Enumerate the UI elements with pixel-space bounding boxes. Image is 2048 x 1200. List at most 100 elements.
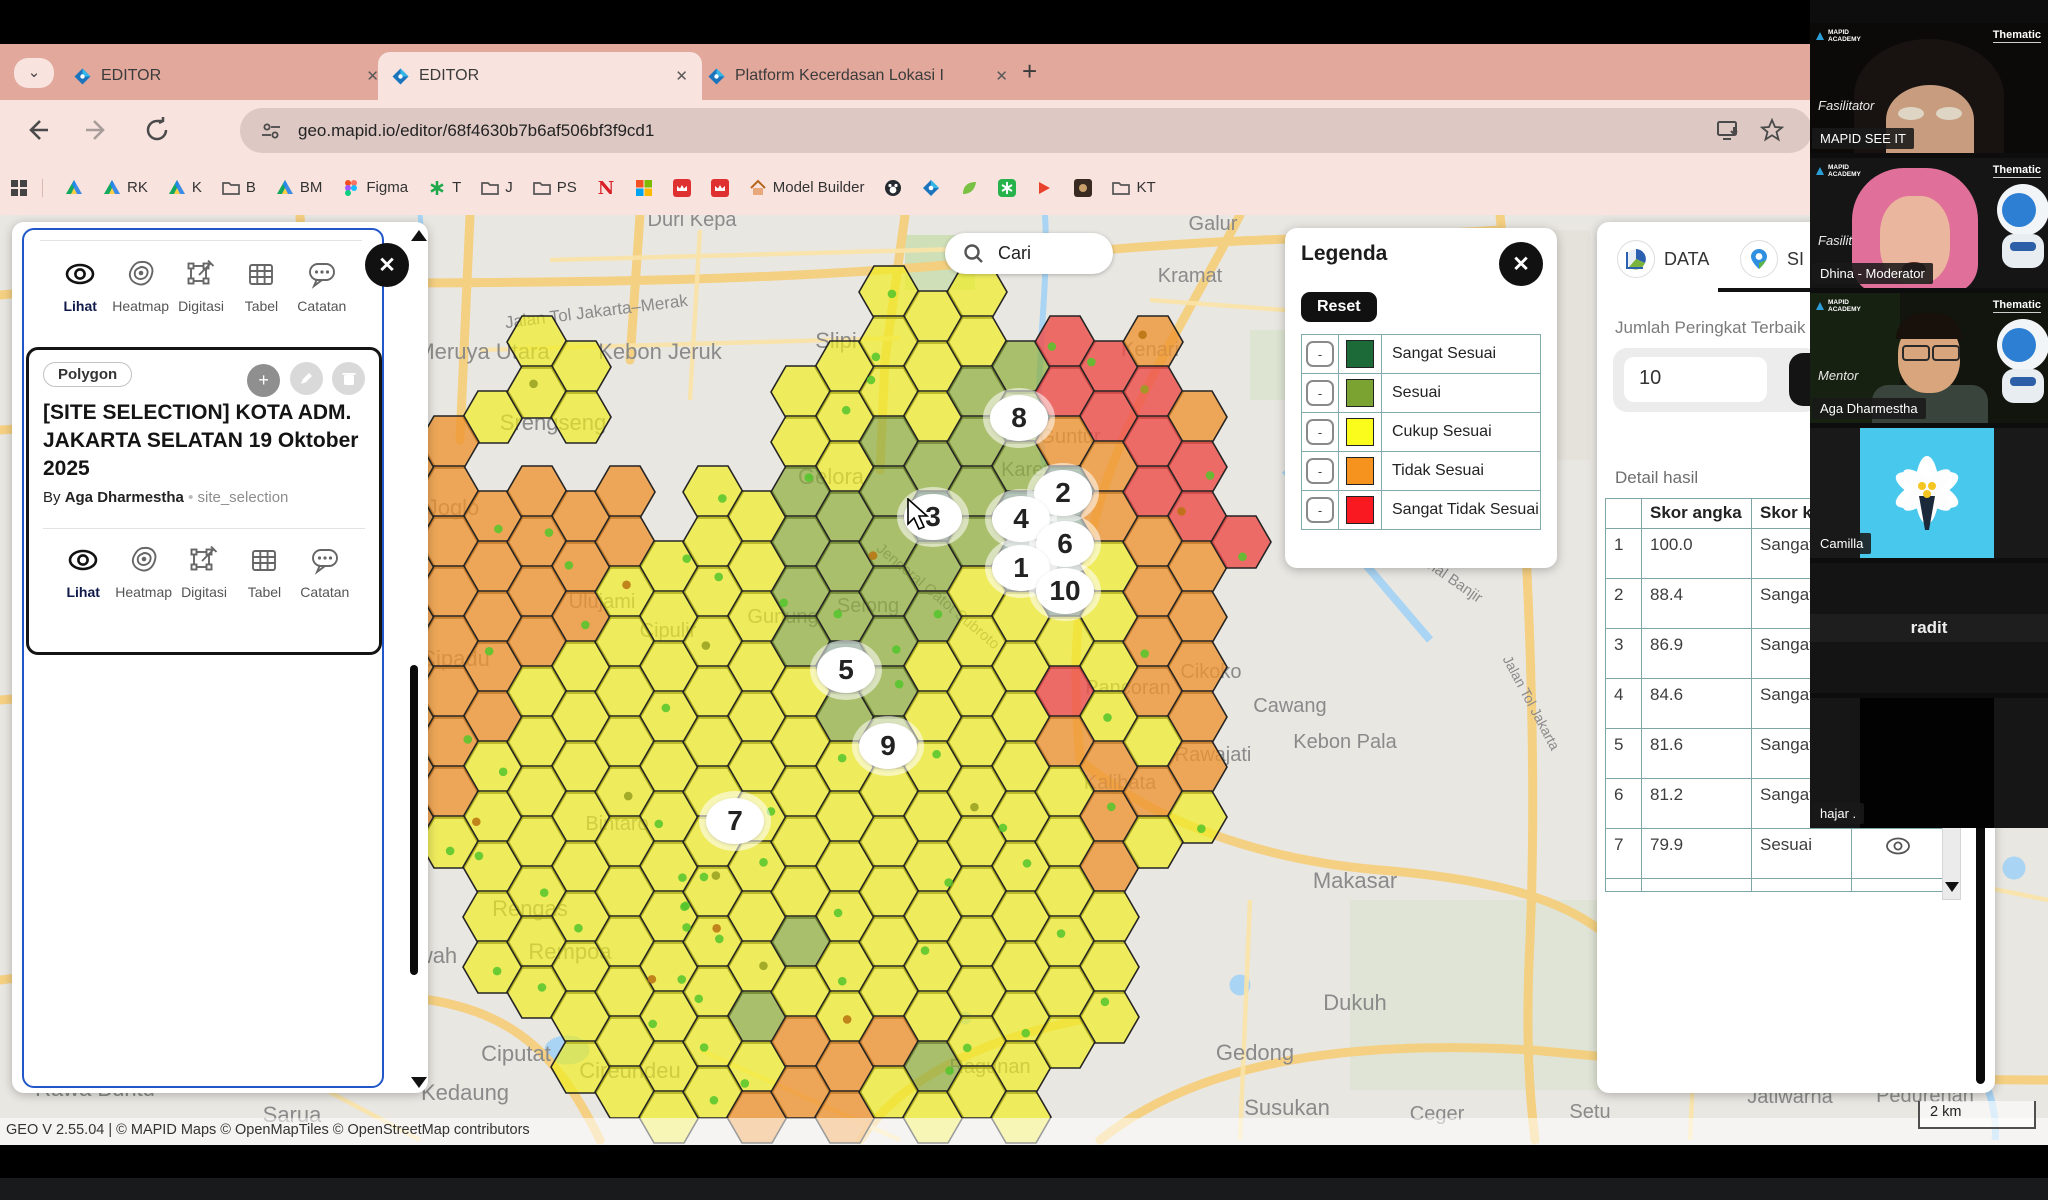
url-text: geo.mapid.io/editor/68f4630b7b6af506bf3f… — [298, 121, 654, 141]
video-tile-mapid-see-it[interactable]: MAPIDACADEMYThematicFasilitatorMAPID SEE… — [1810, 23, 2048, 153]
tool-heatmap[interactable]: Heatmap — [110, 257, 170, 314]
tool-heatmap[interactable]: Heatmap — [113, 543, 173, 600]
tool-tabel[interactable]: Tabel — [234, 543, 294, 600]
github-icon — [884, 179, 902, 197]
video-tile-hajar-[interactable]: hajar . — [1810, 698, 2048, 828]
tool-lihat[interactable]: Lihat — [53, 543, 113, 600]
tab-editor-1[interactable]: EDITOR ✕ — [60, 52, 393, 100]
legend-reset-button[interactable]: Reset — [1301, 292, 1377, 322]
participant-role: Fasilitator — [1818, 98, 1874, 113]
scroll-down-arrow[interactable] — [411, 1077, 427, 1088]
address-bar[interactable]: geo.mapid.io/editor/68f4630b7b6af506bf3f… — [240, 108, 1812, 153]
bookmark-b[interactable]: B — [222, 179, 256, 197]
legend-toggle[interactable]: - — [1306, 497, 1334, 523]
panel-close-button[interactable]: ✕ — [365, 243, 409, 287]
bookmark-figma[interactable]: Figma — [342, 179, 408, 197]
legend-toggle[interactable]: - — [1306, 458, 1334, 484]
rank-cell: 5 — [1606, 729, 1642, 779]
poi-dot — [714, 573, 723, 582]
bookmark-red-arrow[interactable] — [1036, 179, 1054, 197]
bookmark-ms-tiles[interactable] — [635, 179, 653, 197]
poi-dot — [648, 1020, 657, 1029]
screen: Duri KepaGalurKramatKenariSlipiKebon Jer… — [0, 0, 2048, 1200]
legend-close-button[interactable]: ✕ — [1499, 242, 1543, 286]
delete-button[interactable] — [332, 362, 365, 395]
tab-search-button[interactable]: ⌄ — [14, 58, 54, 88]
map-viewport[interactable]: Duri KepaGalurKramatKenariSlipiKebon Jer… — [0, 215, 2048, 1145]
tab-data[interactable]: DATA — [1617, 240, 1709, 278]
bookmark-star-icon[interactable] — [1760, 118, 1784, 142]
video-tile-camilla[interactable]: Camilla — [1810, 428, 2048, 558]
video-tile-aga-dharmestha[interactable]: MAPIDACADEMYThematicMentorAga Dharmestha — [1810, 293, 2048, 423]
poi-dot — [1048, 342, 1057, 351]
tool-lihat[interactable]: Lihat — [50, 257, 110, 314]
poi-dot — [694, 994, 703, 1003]
bookmark-dark-tile[interactable] — [1074, 179, 1092, 197]
rank-marker-8[interactable]: 8 — [990, 395, 1048, 441]
legend-toggle[interactable]: - — [1306, 341, 1334, 367]
back-icon[interactable] — [22, 115, 52, 145]
bookmark-apps-grid[interactable] — [10, 179, 43, 197]
tab-close-icon[interactable]: ✕ — [995, 67, 1008, 85]
save-to-device-icon[interactable] — [1716, 119, 1742, 143]
bookmark-model-builder[interactable]: Model Builder — [749, 179, 865, 197]
bookmark-t[interactable]: T — [428, 179, 461, 197]
tool-label: Tabel — [248, 584, 281, 600]
bookmark-ps[interactable]: PS — [533, 179, 577, 197]
eye-icon[interactable] — [1885, 842, 1911, 861]
tab-site-selection[interactable]: SI — [1740, 240, 1804, 278]
bookmark-leaf[interactable] — [960, 179, 978, 197]
legend-row: -Sesuai — [1302, 374, 1540, 413]
tab-title: Platform Kecerdasan Lokasi Ind — [735, 67, 945, 85]
rank-marker-9[interactable]: 9 — [859, 723, 917, 769]
tool-digitasi[interactable]: Digitasi — [174, 543, 234, 600]
bookmark-bm[interactable]: BM — [276, 179, 323, 197]
rank-count-input[interactable]: 10 — [1624, 357, 1767, 402]
participant-role: Fasilit — [1818, 233, 1852, 248]
bookmark-j[interactable]: J — [481, 179, 513, 197]
eye-icon — [63, 257, 97, 294]
forward-icon[interactable] — [82, 115, 112, 145]
poi-dot — [741, 1079, 750, 1088]
video-tile-radit[interactable]: radit — [1810, 563, 2048, 693]
layer-card-partial[interactable]: LihatHeatmapDigitasiTabelCatatan — [40, 240, 362, 314]
tool-catatan[interactable]: Catatan — [292, 257, 352, 314]
bookmark-red-tile[interactable] — [711, 179, 729, 197]
bookmark-github[interactable] — [884, 179, 902, 197]
bookmark-rk[interactable]: RK — [103, 179, 148, 197]
bookmark-mapid[interactable] — [922, 179, 940, 197]
scroll-up-arrow[interactable] — [411, 230, 427, 241]
legend-toggle[interactable]: - — [1306, 419, 1334, 445]
bookmark-k[interactable]: K — [168, 179, 202, 197]
tool-digitasi[interactable]: Digitasi — [171, 257, 231, 314]
video-tile-dhina-moderator[interactable]: MAPIDACADEMYThematicFasilitDhina - Moder… — [1810, 158, 2048, 288]
layer-card-selected[interactable]: Polygon + [SITE SELECTION] KOTA ADM. JAK… — [26, 347, 382, 655]
edit-button[interactable] — [290, 362, 323, 395]
tab-editor-2[interactable]: EDITOR ✕ — [378, 52, 702, 100]
tool-tabel[interactable]: Tabel — [231, 257, 291, 314]
tab-platform[interactable]: Platform Kecerdasan Lokasi Ind ✕ — [694, 52, 1022, 100]
table-scroll-down-arrow[interactable] — [1945, 882, 1959, 892]
video-call-strip: MAPIDACADEMYThematicFasilitatorMAPID SEE… — [1810, 0, 2048, 828]
bookmark-green-badge[interactable] — [998, 179, 1016, 197]
bookmark-drive[interactable] — [65, 179, 83, 197]
layer-type-badge: Polygon — [43, 362, 132, 387]
legend-toggle[interactable]: - — [1306, 380, 1334, 406]
bookmark-kt[interactable]: KT — [1112, 179, 1155, 197]
tool-catatan[interactable]: Catatan — [295, 543, 355, 600]
rank-marker-5[interactable]: 5 — [817, 647, 875, 693]
bookmark-red-tile[interactable] — [673, 179, 691, 197]
reload-icon[interactable] — [142, 115, 172, 145]
site-info-icon[interactable] — [260, 120, 282, 142]
rank-marker-10[interactable]: 10 — [1036, 568, 1094, 614]
tab-close-icon[interactable]: ✕ — [675, 67, 688, 85]
new-tab-button[interactable]: + — [1022, 56, 1037, 87]
bookmark-netflix[interactable]: N — [597, 179, 615, 197]
poi-dot — [682, 554, 691, 563]
poi-dot — [700, 873, 709, 882]
rank-marker-7[interactable]: 7 — [706, 798, 764, 844]
map-search[interactable]: Cari — [945, 233, 1113, 274]
score-cell: 86.9 — [1642, 629, 1752, 679]
add-button[interactable]: + — [247, 364, 280, 397]
left-scrollbar-thumb[interactable] — [410, 665, 418, 975]
